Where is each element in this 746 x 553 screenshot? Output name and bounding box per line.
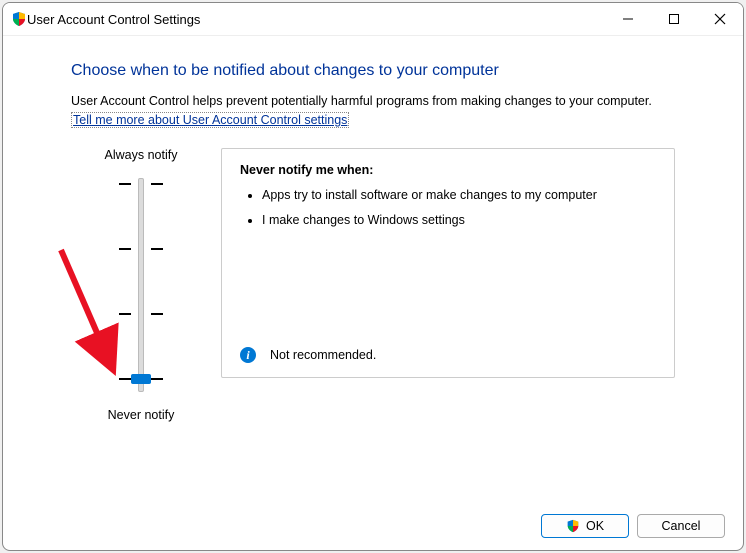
ok-button[interactable]: OK <box>541 514 629 538</box>
window-title: User Account Control Settings <box>27 12 200 27</box>
ok-button-label: OK <box>586 519 604 533</box>
uac-shield-icon <box>11 11 27 27</box>
notification-slider[interactable] <box>71 170 211 400</box>
annotation-arrow-icon <box>51 240 141 400</box>
list-item: I make changes to Windows settings <box>262 212 656 229</box>
slider-bottom-label: Never notify <box>71 408 211 422</box>
info-bullet-list: Apps try to install software or make cha… <box>240 187 656 229</box>
slider-thumb[interactable] <box>131 374 151 384</box>
info-icon: i <box>240 347 256 363</box>
description-text: User Account Control helps prevent poten… <box>71 94 675 108</box>
help-link[interactable]: Tell me more about User Account Control … <box>71 112 349 128</box>
content-area: Choose when to be notified about changes… <box>3 36 743 501</box>
page-heading: Choose when to be notified about changes… <box>71 62 675 80</box>
slider-column: Always notify <box>71 148 211 422</box>
info-panel: Never notify me when: Apps try to instal… <box>221 148 675 378</box>
footer: OK Cancel <box>3 501 743 550</box>
titlebar: User Account Control Settings <box>3 3 743 36</box>
uac-shield-icon <box>566 519 580 533</box>
maximize-button[interactable] <box>651 3 697 35</box>
recommendation-text: Not recommended. <box>270 348 376 362</box>
minimize-button[interactable] <box>605 3 651 35</box>
list-item: Apps try to install software or make cha… <box>262 187 656 204</box>
close-button[interactable] <box>697 3 743 35</box>
cancel-button[interactable]: Cancel <box>637 514 725 538</box>
cancel-button-label: Cancel <box>662 519 701 533</box>
info-title: Never notify me when: <box>240 163 656 177</box>
slider-top-label: Always notify <box>71 148 211 162</box>
